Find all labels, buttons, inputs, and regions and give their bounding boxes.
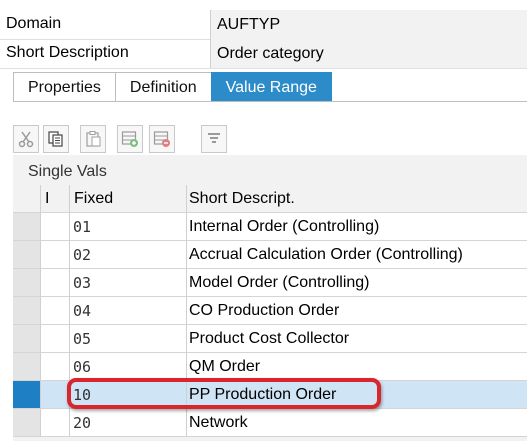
table-row[interactable]: 05 Product Cost Collector [13, 325, 527, 353]
column-header-description[interactable]: Short Descript. [187, 185, 527, 213]
select-all-cell[interactable] [13, 185, 41, 213]
indicator-cell[interactable] [41, 409, 70, 437]
short-description-row: Short Description Order category [0, 39, 527, 69]
column-header-fixed[interactable]: Fixed [70, 185, 187, 213]
domain-label: Domain [6, 15, 62, 32]
copy-icon [48, 131, 63, 147]
table-row[interactable]: 20 Network [13, 409, 527, 437]
description-cell[interactable]: CO Production Order [187, 297, 527, 325]
domain-row: Domain AUFTYP [0, 10, 527, 40]
filter-button[interactable] [201, 125, 227, 153]
cut-button[interactable] [13, 125, 39, 153]
row-selector[interactable] [13, 353, 41, 381]
table-row[interactable]: 02 Accrual Calculation Order (Controllin… [13, 241, 527, 269]
delete-row-button[interactable] [149, 125, 175, 153]
indicator-cell[interactable] [41, 325, 70, 353]
row-selector[interactable] [13, 409, 41, 437]
filter-icon [208, 133, 220, 143]
panel-title: Single Vals [28, 163, 107, 180]
copy-button[interactable] [43, 125, 69, 153]
short-description-label: Short Description [6, 44, 129, 61]
description-cell[interactable]: Accrual Calculation Order (Controlling) [187, 241, 527, 269]
paste-button[interactable] [80, 125, 106, 153]
insert-row-icon [121, 131, 138, 147]
row-selector[interactable] [13, 241, 41, 269]
description-cell[interactable]: Product Cost Collector [187, 325, 527, 353]
row-selector[interactable] [13, 297, 41, 325]
indicator-cell[interactable] [41, 381, 70, 409]
indicator-cell[interactable] [41, 241, 70, 269]
cut-icon [18, 131, 34, 148]
row-selector[interactable] [13, 269, 41, 297]
row-selector[interactable] [13, 325, 41, 353]
column-header-indicator[interactable]: I [41, 185, 70, 213]
table-row[interactable]: 04 CO Production Order [13, 297, 527, 325]
description-cell[interactable]: Internal Order (Controlling) [187, 213, 527, 241]
row-selector[interactable] [13, 381, 41, 409]
fixed-value-cell[interactable]: 01 [70, 213, 187, 241]
fixed-value-cell[interactable]: 04 [70, 297, 187, 325]
indicator-cell[interactable] [41, 269, 70, 297]
delete-row-icon [153, 131, 170, 147]
table-row[interactable]: 01 Internal Order (Controlling) [13, 213, 527, 241]
tab-strip: Properties Definition Value Range [13, 72, 332, 102]
indicator-cell[interactable] [41, 297, 70, 325]
description-cell[interactable]: Network [187, 409, 527, 437]
indicator-cell[interactable] [41, 213, 70, 241]
description-cell[interactable]: QM Order [187, 353, 527, 381]
insert-row-button[interactable] [117, 125, 143, 153]
table-header-row: I Fixed Short Descript. [13, 185, 527, 213]
fixed-value-cell[interactable]: 05 [70, 325, 187, 353]
row-selector[interactable] [13, 213, 41, 241]
tab-properties[interactable]: Properties [13, 72, 115, 102]
fixed-value-cell[interactable]: 02 [70, 241, 187, 269]
fixed-value-cell[interactable]: 03 [70, 269, 187, 297]
short-description-field[interactable]: Order category [210, 39, 527, 68]
fixed-value-cell[interactable]: 06 [70, 353, 187, 381]
table-row[interactable]: 03 Model Order (Controlling) [13, 269, 527, 297]
domain-field[interactable]: AUFTYP [210, 10, 527, 39]
paste-icon [86, 131, 101, 147]
tab-divider [13, 101, 527, 102]
fixed-value-cell[interactable]: 20 [70, 409, 187, 437]
description-cell[interactable]: Model Order (Controlling) [187, 269, 527, 297]
indicator-cell[interactable] [41, 353, 70, 381]
highlight-outline [67, 378, 381, 409]
tab-value-range[interactable]: Value Range [210, 72, 332, 102]
tab-definition[interactable]: Definition [114, 72, 211, 102]
table-row[interactable]: 06 QM Order [13, 353, 527, 381]
